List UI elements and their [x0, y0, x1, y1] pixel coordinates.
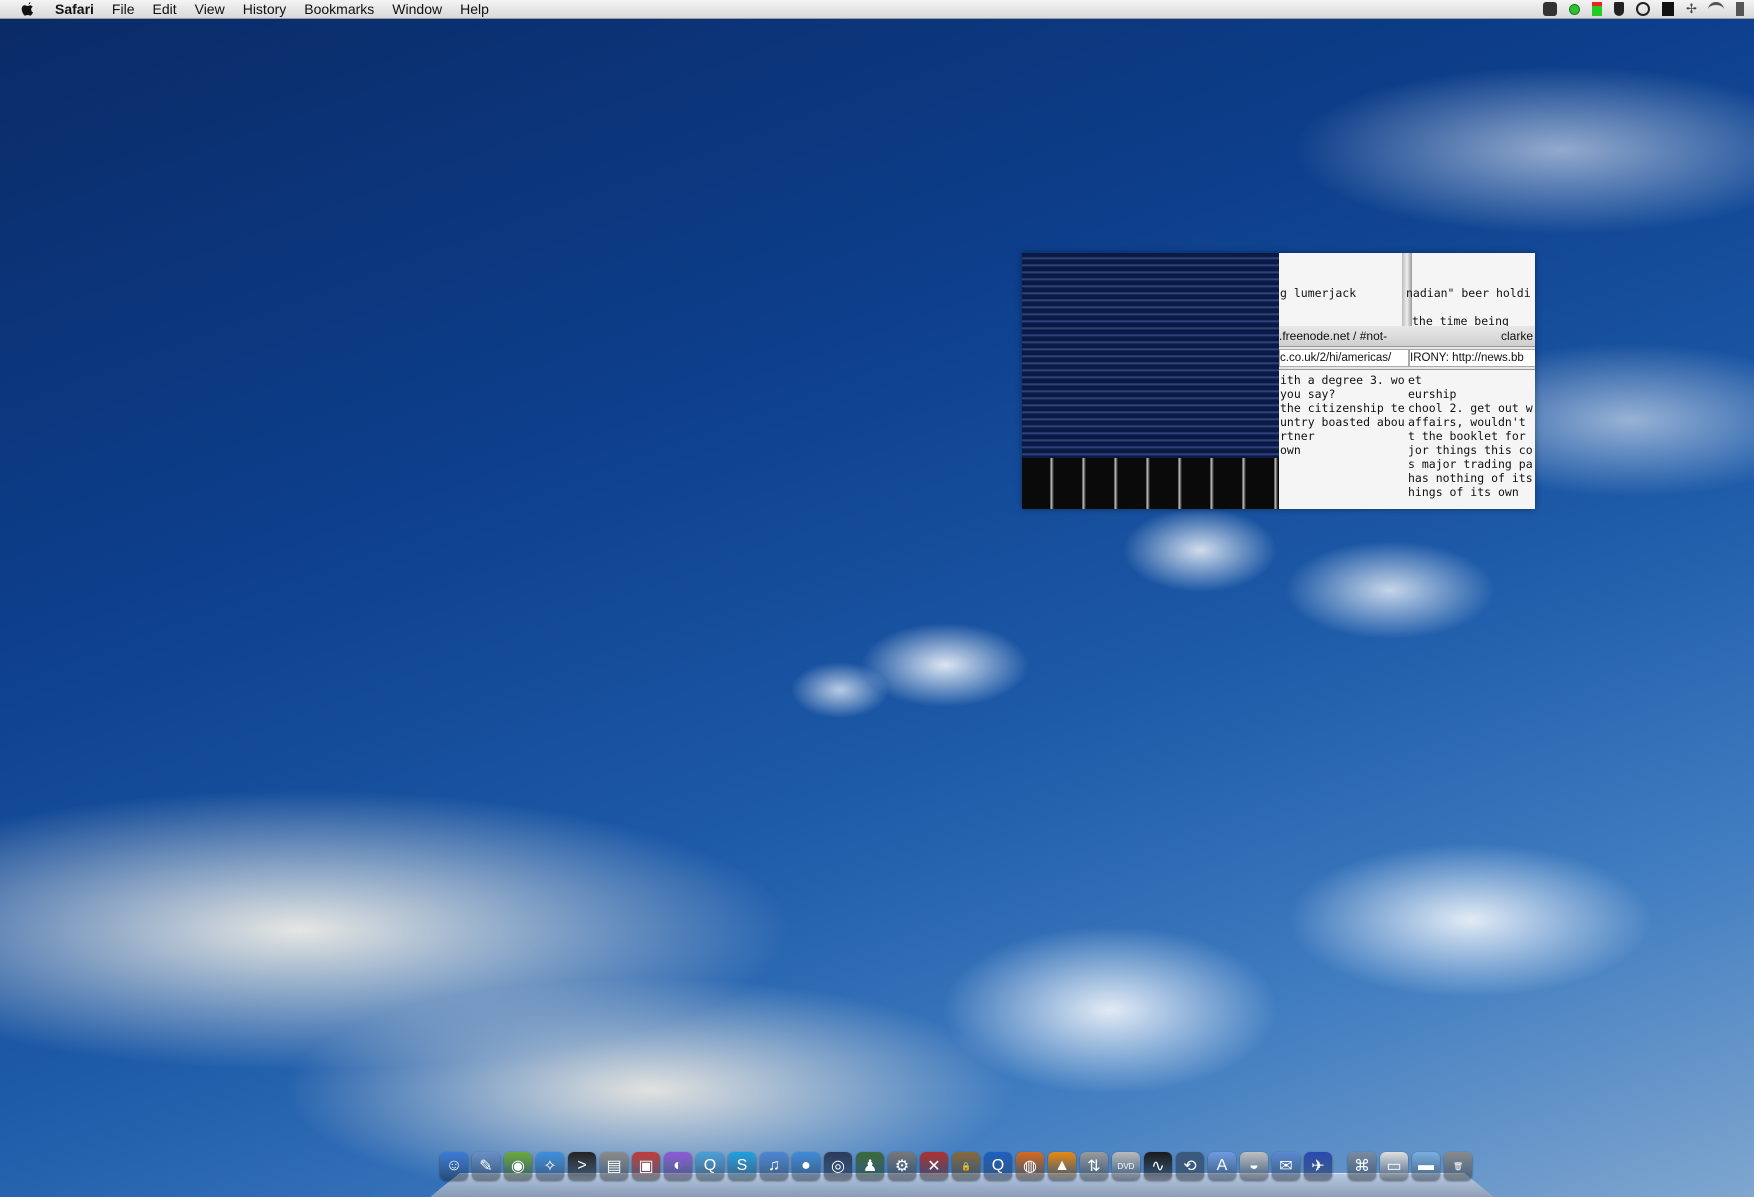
chat-line: ith a degree 3. wo — [1280, 373, 1405, 387]
chat-line: s major trading pa — [1408, 457, 1533, 471]
vlc-character-icon[interactable]: ♟ — [856, 1152, 884, 1180]
terminal-icon[interactable]: > — [568, 1152, 596, 1180]
chat-column-left: ith a degree 3. wo you say? the citizens… — [1280, 373, 1405, 457]
firefox-icon[interactable]: ◍ — [1016, 1152, 1044, 1180]
chat-line: et — [1408, 373, 1422, 387]
wifi-icon[interactable] — [1708, 1, 1724, 17]
window-title-right: clarke — [1500, 329, 1533, 343]
preview-icon[interactable]: ✎ — [472, 1152, 500, 1180]
terminal-text-left: g lumerjack — [1280, 286, 1357, 300]
menu-edit[interactable]: Edit — [143, 0, 185, 18]
chat-line: jor things this co — [1408, 443, 1533, 457]
overlapping-window-fragment[interactable]: g lumerjack nadian" beer holdi the time … — [1022, 253, 1535, 509]
chat-line: t the booklet for — [1408, 429, 1526, 443]
volume-icon[interactable] — [1736, 2, 1744, 16]
vlc-icon[interactable]: ▲ — [1048, 1152, 1076, 1180]
clock-icon[interactable] — [1662, 2, 1674, 16]
app-store-box-icon[interactable]: A — [1208, 1152, 1236, 1180]
dock: ☺ ✎ ◉ ✧ > ▤ ▣ ◐ Q S ♫ ● ◎ ♟ ⚙ ✕ 🔒 Q ◍ ▲ ⇅ DVD ∿ ⟲ A ◒ ✉ ✈ ⌘ ▭ ▬ 🗑 — [430, 1148, 1494, 1197]
menu-history[interactable]: History — [234, 0, 296, 18]
quicksilver-icon[interactable]: Q — [696, 1152, 724, 1180]
itunes-icon[interactable]: ♫ — [760, 1152, 788, 1180]
apple-menu-icon[interactable] — [18, 1, 36, 17]
chat-line: rtner — [1280, 429, 1315, 443]
chat-column-right: et eurship chool 2. get out w affairs, w… — [1408, 373, 1535, 499]
chat-line: hings of its own — [1408, 485, 1519, 499]
skype-icon[interactable]: S — [728, 1152, 756, 1180]
menu-bookmarks[interactable]: Bookmarks — [295, 0, 383, 18]
chat-line: eurship — [1408, 387, 1457, 401]
status-area: ✢ — [1543, 0, 1744, 18]
url-input-left[interactable]: c.co.uk/2/hi/americas/ — [1279, 349, 1409, 367]
netnewswire-icon[interactable]: ◉ — [504, 1152, 532, 1180]
terminal-text-right: nadian" beer holdi — [1406, 286, 1531, 300]
cpu-meter-icon[interactable] — [1592, 2, 1602, 16]
dock-icons: ☺ ✎ ◉ ✧ > ▤ ▣ ◐ Q S ♫ ● ◎ ♟ ⚙ ✕ 🔒 Q ◍ ▲ ⇅ DVD ∿ ⟲ A ◒ ✉ ✈ ⌘ ▭ ▬ 🗑 — [440, 1152, 1472, 1180]
file-merge-icon[interactable]: ▤ — [600, 1152, 628, 1180]
url-row: c.co.uk/2/hi/americas/ IRONY: http://new… — [1279, 347, 1535, 370]
ichat-icon[interactable]: ● — [792, 1152, 820, 1180]
dashboard-icon[interactable]: ◎ — [824, 1152, 852, 1180]
colloquy-icon[interactable]: ◐ — [664, 1152, 692, 1180]
window-title-left: .freenode.net / #not- — [1279, 329, 1388, 343]
chat-line: you say? — [1280, 387, 1336, 401]
quicktime-icon[interactable]: Q — [984, 1152, 1012, 1180]
green-dot-icon[interactable] — [1569, 3, 1580, 15]
system-preferences-icon[interactable]: ⚙ — [888, 1152, 916, 1180]
plug-icon[interactable] — [1614, 2, 1624, 16]
activity-monitor-icon[interactable]: ∿ — [1144, 1152, 1172, 1180]
bluetooth-icon[interactable]: ✢ — [1686, 2, 1697, 16]
chat-line: untry boasted abou — [1280, 415, 1405, 429]
chat-line: has nothing of its — [1408, 471, 1533, 485]
menu-app-name[interactable]: Safari — [46, 0, 103, 18]
dock-separator — [1336, 1152, 1344, 1180]
documents-stack-icon[interactable]: ▭ — [1380, 1152, 1408, 1180]
menu-bar: Safari File Edit View History Bookmarks … — [0, 0, 1754, 19]
chat-line: own — [1280, 443, 1301, 457]
menu-window[interactable]: Window — [383, 0, 451, 18]
trash-icon[interactable]: 🗑 — [1444, 1152, 1472, 1180]
dock-reflection-artifact — [1022, 458, 1279, 509]
cd-burner-icon[interactable]: ◒ — [1240, 1152, 1268, 1180]
photo-booth-icon[interactable]: ▣ — [632, 1152, 660, 1180]
window-title-bar[interactable]: .freenode.net / #not- clarke — [1279, 326, 1535, 347]
transmission-icon[interactable]: ⇅ — [1080, 1152, 1108, 1180]
mail-icon[interactable]: ✉ — [1272, 1152, 1300, 1180]
network-folder-icon[interactable]: ⌘ — [1348, 1152, 1376, 1180]
sync-icon[interactable] — [1636, 2, 1650, 16]
menu-view[interactable]: View — [186, 0, 234, 18]
menu-file[interactable]: File — [103, 0, 144, 18]
safari-icon[interactable]: ✧ — [536, 1152, 564, 1180]
menu-help[interactable]: Help — [451, 0, 498, 18]
airplane-icon[interactable]: ✈ — [1304, 1152, 1332, 1180]
growl-icon[interactable] — [1543, 2, 1557, 16]
time-machine-icon[interactable]: ⟲ — [1176, 1152, 1204, 1180]
x11-icon[interactable]: ✕ — [920, 1152, 948, 1180]
dvd-player-icon[interactable]: DVD — [1112, 1152, 1140, 1180]
downloads-folder-icon[interactable]: ▬ — [1412, 1152, 1440, 1180]
url-input-right[interactable]: IRONY: http://news.bb — [1409, 349, 1535, 367]
finder-icon[interactable]: ☺ — [440, 1152, 468, 1180]
chat-line: affairs, wouldn't — [1408, 415, 1526, 429]
chat-line: the citizenship te — [1280, 401, 1405, 415]
keychain-icon[interactable]: 🔒 — [952, 1152, 980, 1180]
chat-line: chool 2. get out w — [1408, 401, 1533, 415]
